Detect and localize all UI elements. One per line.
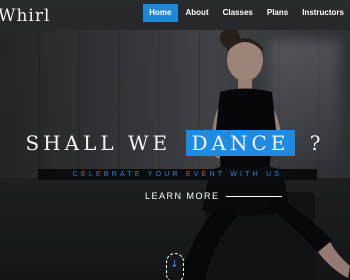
learn-more-underline: [225, 195, 282, 197]
learn-more-button[interactable]: LEARN MORE: [145, 191, 282, 201]
headline-end: ?: [309, 131, 325, 155]
hero-tagline: CELEBRATE YOUR EVENT WITH US: [72, 171, 283, 178]
nav-home[interactable]: Home: [143, 4, 178, 22]
nav-about[interactable]: About: [180, 4, 215, 22]
brand-logo[interactable]: Whirl: [0, 6, 50, 26]
headline-start: SHALL WE: [25, 131, 172, 155]
hero-section: Whirl Home About Classes Plans Instructo…: [0, 0, 350, 280]
hero-headline: SHALL WE DANCE ?: [0, 130, 350, 156]
nav-instructors[interactable]: Instructors: [296, 4, 350, 22]
learn-more-label: LEARN MORE: [145, 191, 220, 201]
headline-highlight: DANCE: [185, 130, 296, 156]
arrow-down-icon: ↓: [170, 259, 179, 270]
nav-classes[interactable]: Classes: [217, 4, 259, 22]
nav-plans[interactable]: Plans: [261, 4, 294, 22]
scroll-down-button[interactable]: ↓: [166, 253, 184, 280]
main-nav: Home About Classes Plans Instructors: [141, 4, 350, 22]
